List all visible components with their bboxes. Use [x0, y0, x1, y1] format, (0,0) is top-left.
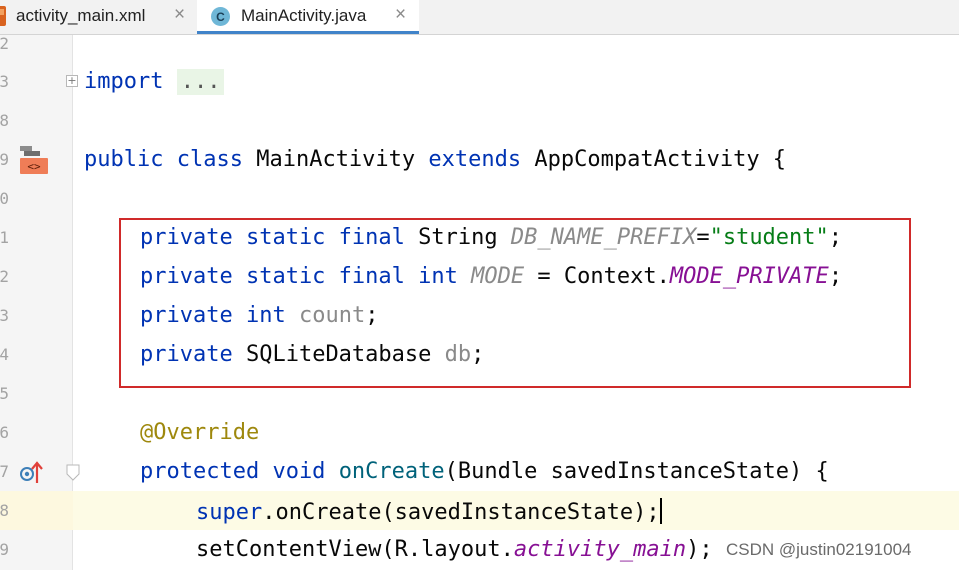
line-number: 4 — [0, 345, 9, 364]
code-line-import[interactable]: import ... — [84, 69, 225, 95]
tab-activity-main-xml[interactable]: activity_main.xml × — [0, 0, 197, 34]
tab-main-activity-java[interactable]: C MainActivity.java × — [197, 0, 419, 34]
line-number: 9 — [0, 540, 9, 559]
editor-tab-bar: activity_main.xml × C MainActivity.java … — [0, 0, 959, 35]
java-class-icon: C — [211, 7, 230, 26]
line-number: 0 — [0, 189, 9, 208]
modifiers: protected void — [140, 459, 326, 484]
close-icon[interactable]: × — [395, 4, 406, 26]
code-line-class-declaration[interactable]: public class MainActivity extends AppCom… — [84, 147, 786, 173]
line-number: 8 — [0, 111, 9, 130]
method-call: setContentView(R.layout. — [196, 537, 514, 562]
override-method-icon[interactable] — [18, 459, 44, 485]
class-name: MainActivity — [256, 147, 416, 172]
line-number: 8 — [0, 501, 9, 520]
text-caret — [659, 498, 662, 524]
method-params: (Bundle savedInstanceState) { — [444, 459, 829, 484]
keyword: extends — [428, 147, 522, 172]
static-constant: activity_main — [513, 537, 687, 562]
line-number-gutter[interactable] — [0, 35, 73, 570]
code-line-super-call[interactable]: super.onCreate(savedInstanceState); — [196, 498, 662, 526]
code-line-method-declaration[interactable]: protected void onCreate(Bundle savedInst… — [140, 459, 829, 485]
line-number: 5 — [0, 384, 9, 403]
close-icon[interactable]: × — [174, 4, 185, 26]
method-call: .onCreate(savedInstanceState); — [262, 500, 660, 525]
keyword: public — [84, 147, 164, 172]
line-number: 7 — [0, 462, 9, 481]
method-name: onCreate — [338, 459, 445, 484]
fold-expand-icon[interactable]: + — [66, 75, 78, 87]
line-number: 9 — [0, 150, 9, 169]
keyword: import — [84, 69, 164, 94]
annotation: @Override — [140, 420, 260, 445]
tab-label: MainActivity.java — [241, 6, 367, 25]
code-line-set-content-view[interactable]: setContentView(R.layout.activity_main); — [196, 537, 713, 563]
line-number: 1 — [0, 228, 9, 247]
fold-collapse-icon[interactable] — [66, 464, 80, 482]
code-line-annotation[interactable]: @Override — [140, 420, 259, 446]
xml-file-icon — [0, 6, 6, 26]
line-number: 6 — [0, 423, 9, 442]
svg-text:<>: <> — [27, 160, 41, 173]
line-number: 2 — [0, 267, 9, 286]
keyword: class — [176, 147, 243, 172]
watermark: CSDN @justin02191004 — [726, 540, 912, 560]
line-number: 3 — [0, 306, 9, 325]
implemented-class-icon[interactable]: <> — [18, 145, 50, 177]
parent-class: AppCompatActivity — [534, 147, 760, 172]
call-end: ); — [686, 537, 713, 562]
line-number: 2 — [0, 34, 9, 53]
tab-label: activity_main.xml — [16, 6, 146, 25]
folded-imports[interactable]: ... — [176, 69, 225, 95]
keyword: super — [196, 500, 263, 525]
highlight-annotation-box — [119, 218, 911, 388]
line-number: 3 — [0, 72, 9, 91]
brace: { — [759, 147, 787, 172]
current-line-gutter-highlight — [0, 491, 73, 530]
